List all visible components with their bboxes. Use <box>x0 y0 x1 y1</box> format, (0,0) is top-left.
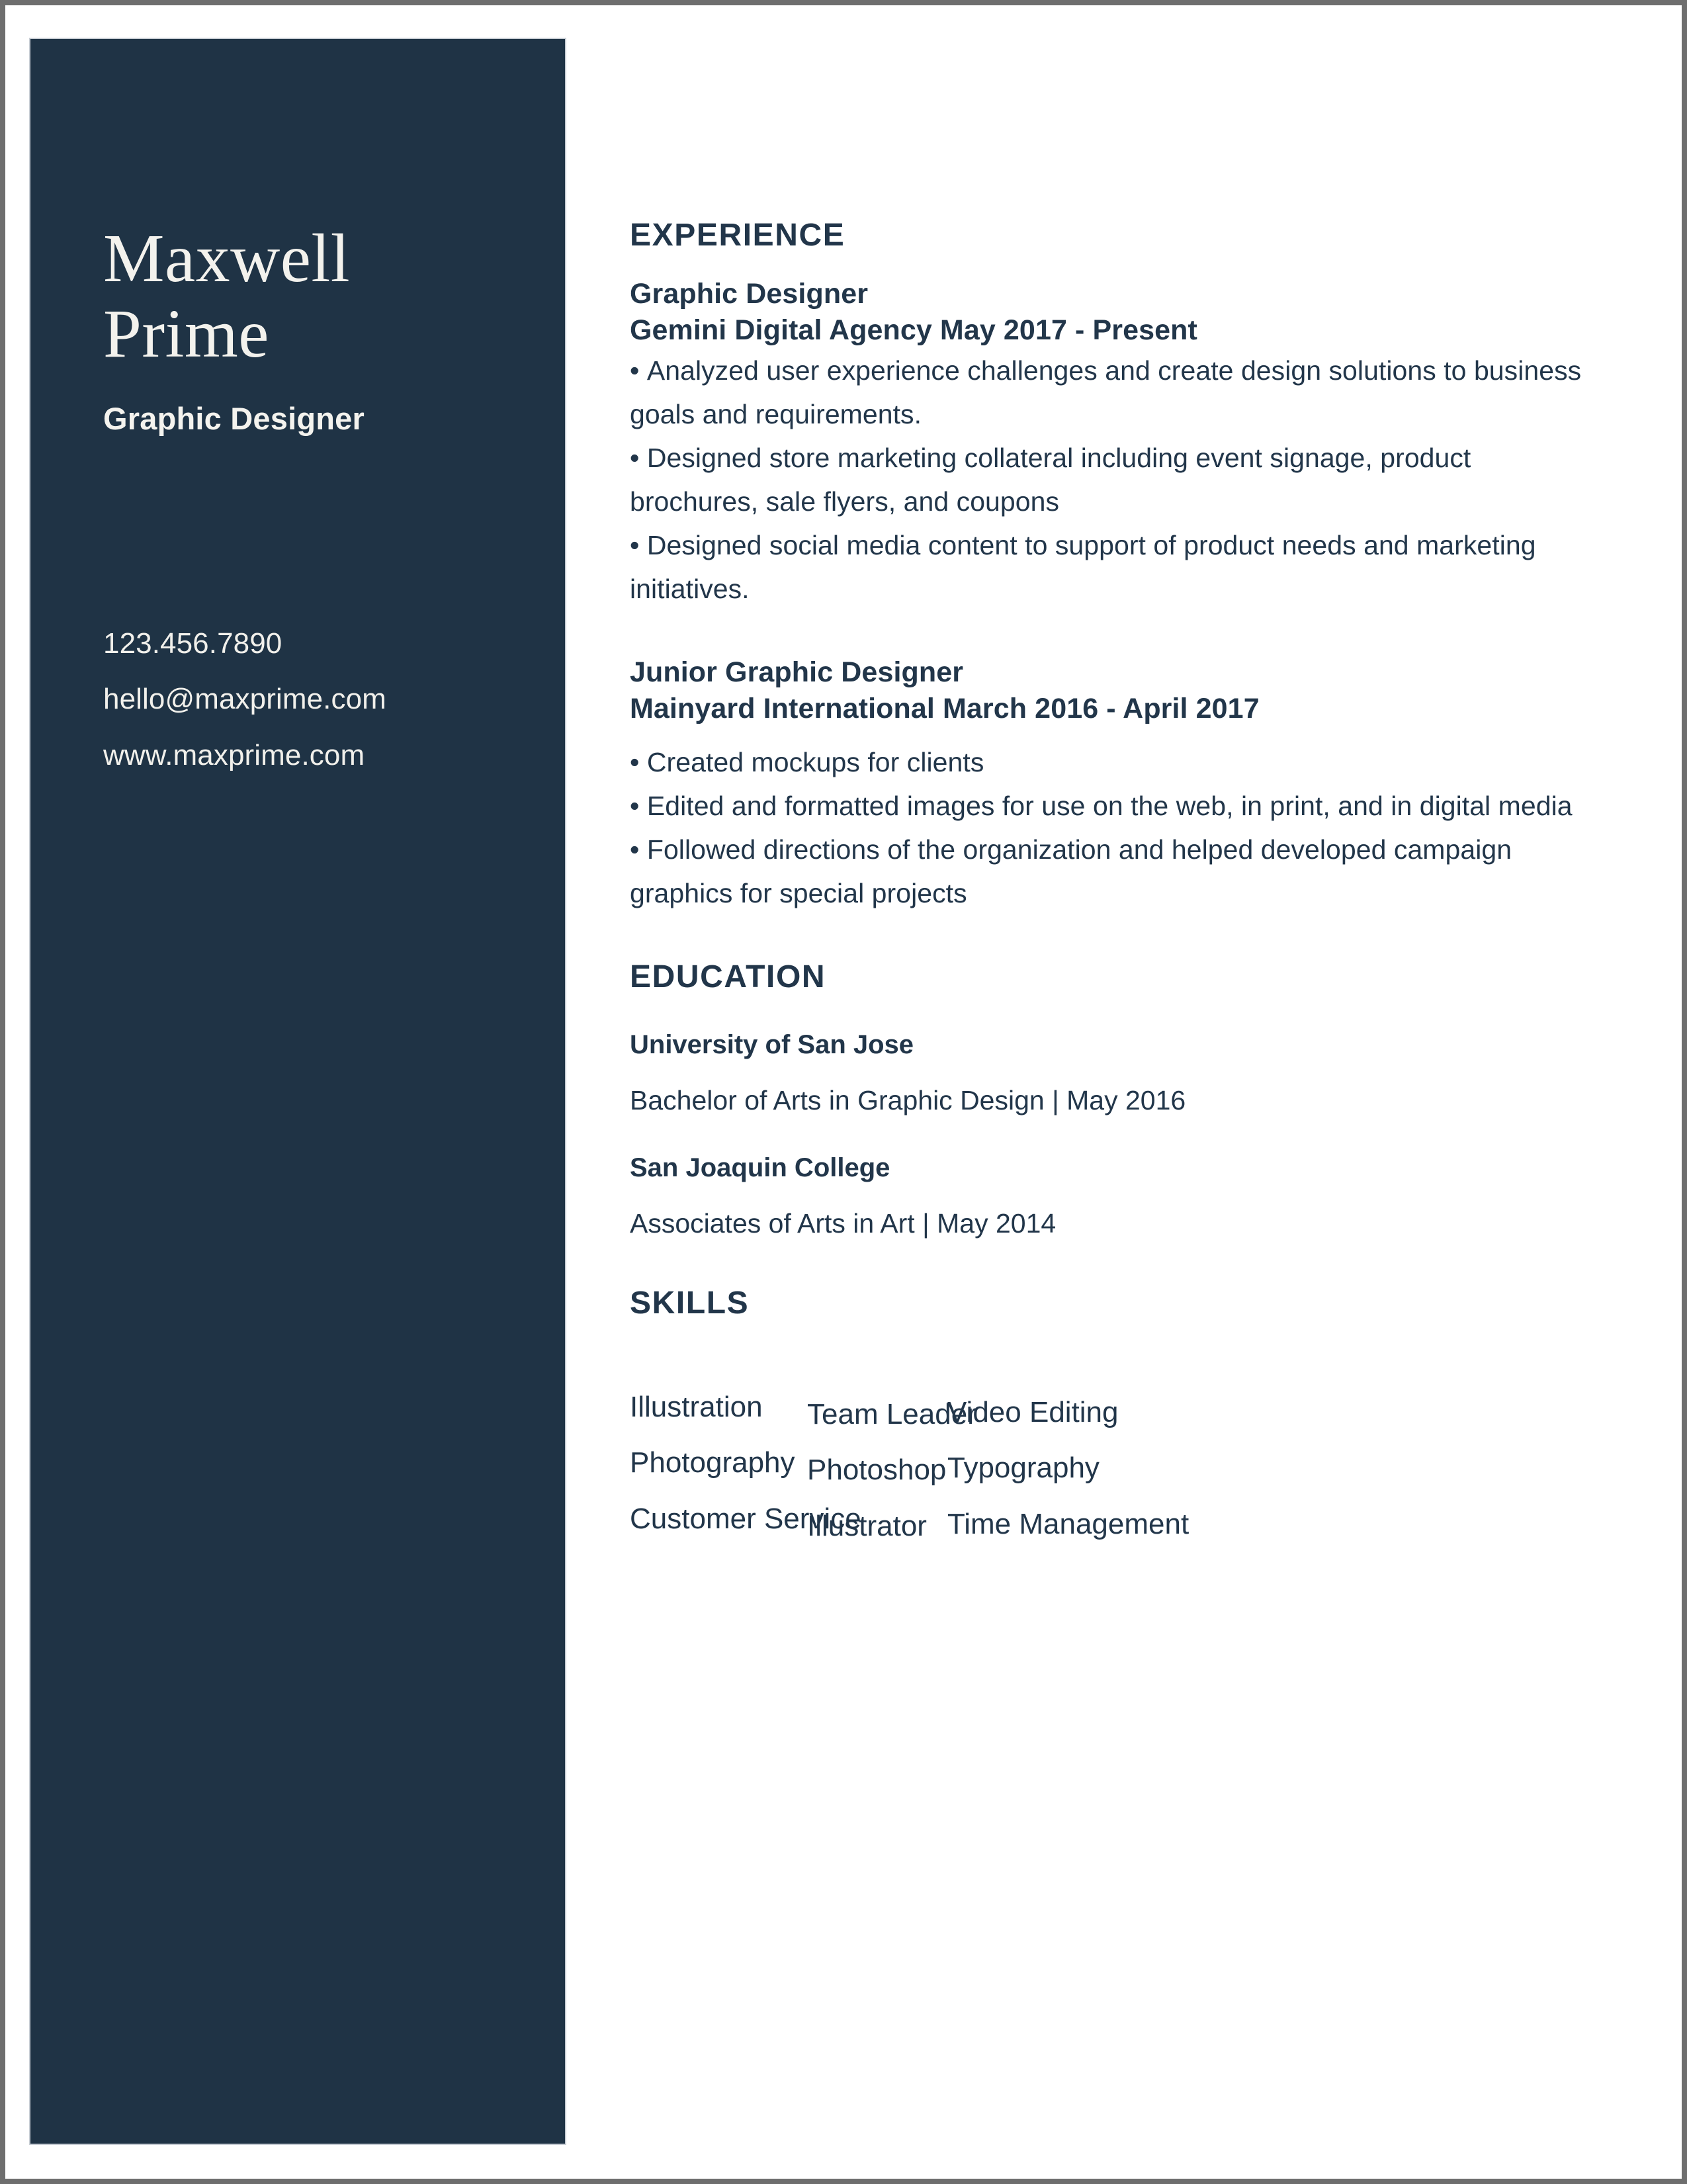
job-bullet: Edited and formatted images for use on t… <box>630 784 1596 828</box>
education-degree: Bachelor of Arts in Graphic Design | May… <box>630 1085 1186 1116</box>
education-entry: San Joaquin College Associates of Arts i… <box>630 1151 1596 1241</box>
contact-block: 123.456.7890 hello@maxprime.com www.maxp… <box>103 616 553 783</box>
job-bullet: Designed store marketing collateral incl… <box>630 436 1596 523</box>
resume-page: Maxwell Prime Graphic Designer 123.456.7… <box>5 5 1682 2179</box>
skill-item: Video Editing <box>947 1395 1119 1428</box>
job-bullet: Analyzed user experience challenges and … <box>630 349 1596 436</box>
skill-item: Time Management <box>947 1507 1190 1540</box>
skills-grid: Illustration Photography Customer Servic… <box>630 1379 1596 1578</box>
education-school: San Joaquin College <box>630 1153 890 1182</box>
job-bullet: Designed social media content to support… <box>630 523 1596 611</box>
name-last-line: Prime <box>103 296 269 372</box>
skills-section: SKILLS Illustration Photography Customer… <box>630 1285 1596 1578</box>
experience-heading: EXPERIENCE <box>630 218 845 253</box>
education-degree: Associates of Arts in Art | May 2014 <box>630 1207 1057 1239</box>
contact-website[interactable]: www.maxprime.com <box>103 728 553 783</box>
education-heading: EDUCATION <box>630 959 826 994</box>
job-bullet: Created mockups for clients <box>630 740 1596 784</box>
education-section: EDUCATION University of San Jose Bachelo… <box>630 959 1596 1241</box>
job-bullet: Followed directions of the organization … <box>630 828 1596 915</box>
job-role: Junior Graphic Designer <box>630 656 964 688</box>
skill-item: Typography <box>947 1452 1100 1485</box>
experience-section: EXPERIENCE Graphic Designer Gemini Digit… <box>630 217 1596 915</box>
job-role: Graphic Designer <box>630 277 869 310</box>
contact-phone[interactable]: 123.456.7890 <box>103 616 553 672</box>
job-bullet-list: Analyzed user experience challenges and … <box>630 349 1596 611</box>
identity-block: Maxwell Prime Graphic Designer <box>103 220 540 437</box>
skills-column-3: Video Editing Typography Time Management <box>947 1385 1189 1552</box>
job-company-dates: Mainyard International March 2016 - Apri… <box>630 692 1260 724</box>
job-company-dates: Gemini Digital Agency May 2017 - Present <box>630 314 1197 346</box>
job-bullet-list: Created mockups for clients Edited and f… <box>630 740 1596 915</box>
main-content: EXPERIENCE Graphic Designer Gemini Digit… <box>630 217 1596 1578</box>
experience-job: Graphic Designer Gemini Digital Agency M… <box>630 276 1596 611</box>
skills-heading: SKILLS <box>630 1285 750 1321</box>
job-title: Graphic Designer <box>103 400 365 436</box>
education-school: University of San Jose <box>630 1030 914 1060</box>
name-first-line: Maxwell <box>103 220 351 296</box>
experience-job: Junior Graphic Designer Mainyard Interna… <box>630 654 1596 915</box>
sidebar-panel: Maxwell Prime Graphic Designer 123.456.7… <box>29 38 566 2145</box>
contact-email[interactable]: hello@maxprime.com <box>103 672 553 727</box>
education-entry: University of San Jose Bachelor of Arts … <box>630 1027 1596 1118</box>
